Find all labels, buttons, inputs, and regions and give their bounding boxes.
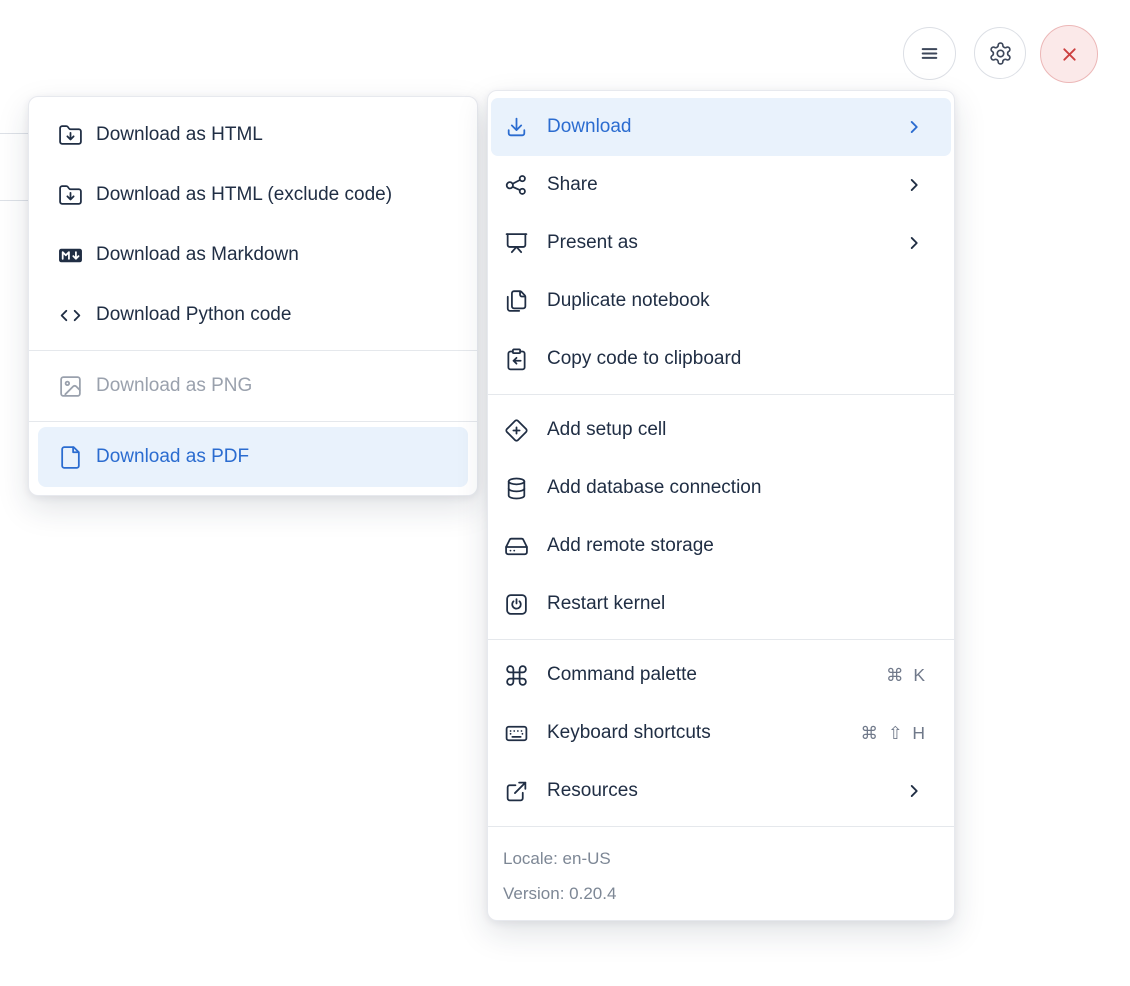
menu-separator (488, 826, 954, 827)
menu-item-label: Add setup cell (547, 419, 667, 440)
menu-item-label: Download as HTML (96, 124, 263, 145)
menu-separator (488, 639, 954, 640)
menu-item-download-as-png[interactable]: Download as PNG (38, 356, 468, 416)
menu-item-copy-code-to-clipboard[interactable]: Copy code to clipboard (491, 330, 951, 388)
menu-item-resources[interactable]: Resources (491, 762, 951, 820)
chevron-right-icon (910, 237, 918, 249)
close-button[interactable] (1040, 25, 1098, 83)
menu-item-label: Download as HTML (exclude code) (96, 184, 393, 205)
shortcut-hint: ⌘ K (885, 664, 925, 685)
menu-item-label: Download as PDF (96, 446, 250, 467)
menu-item-label: Keyboard shortcuts (547, 722, 711, 743)
menu-footer: Locale: en-US Version: 0.20.4 (488, 833, 954, 913)
menu-separator (488, 394, 954, 395)
menu-item-label: Restart kernel (547, 593, 666, 614)
download-submenu: Download as HTML Download as HTML (exclu… (28, 96, 478, 496)
menu-item-download[interactable]: Download (491, 98, 951, 156)
background-rule (0, 133, 29, 134)
markdown-badge-icon (59, 248, 82, 262)
menu-item-share[interactable]: Share (491, 156, 951, 214)
presentation-icon (505, 232, 528, 253)
x-icon (1062, 47, 1076, 61)
background-rule (0, 200, 29, 201)
menu-item-label: Copy code to clipboard (547, 348, 742, 369)
gear-icon (989, 41, 1011, 65)
version-text: Version: 0.20.4 (503, 884, 617, 903)
hamburger-icon (921, 48, 938, 59)
menu-item-download-as-html-exclude-code[interactable]: Download as HTML (exclude code) (38, 165, 468, 225)
menu-item-label: Download (547, 116, 632, 137)
menu-item-label: Add remote storage (547, 535, 714, 556)
folder-download-icon (59, 124, 82, 145)
shortcut-hint: ⌘ ⇧ H (860, 722, 925, 743)
menu-separator (29, 421, 477, 422)
menu-item-download-as-pdf[interactable]: Download as PDF (38, 427, 468, 487)
menu-item-label: Command palette (547, 664, 697, 685)
menu-item-label: Share (547, 174, 598, 195)
locale-text: Locale: en-US (503, 849, 611, 868)
menu-item-label: Download as PNG (96, 375, 253, 396)
menu-item-add-setup-cell[interactable]: Add setup cell (491, 401, 951, 459)
chevron-right-icon (910, 785, 918, 797)
menu-item-add-database-connection[interactable]: Add database connection (491, 459, 951, 517)
menu-item-restart-kernel[interactable]: Restart kernel (491, 575, 951, 633)
share-icon (505, 174, 526, 195)
menu-button[interactable] (903, 27, 956, 80)
menu-item-add-remote-storage[interactable]: Add remote storage (491, 517, 951, 575)
menu-item-label: Add database connection (547, 477, 762, 498)
menu-item-duplicate-notebook[interactable]: Duplicate notebook (491, 272, 951, 330)
settings-button[interactable] (974, 27, 1026, 79)
image-icon (60, 375, 81, 397)
file-icon (61, 445, 80, 469)
folder-download-icon (59, 184, 82, 205)
menu-separator (29, 350, 477, 351)
chevron-right-icon (910, 121, 918, 133)
external-link-icon (506, 781, 527, 801)
download-icon (507, 117, 526, 136)
menu-item-label: Resources (547, 780, 638, 801)
duplicate-icon (506, 289, 527, 312)
menu-item-label: Present as (547, 232, 638, 253)
menu-item-keyboard-shortcuts[interactable]: Keyboard shortcuts ⌘ ⇧ H (491, 704, 951, 762)
clipboard-copy-icon (507, 348, 526, 370)
menu-item-download-as-markdown[interactable]: Download as Markdown (38, 225, 468, 285)
menu-item-label: Download as Markdown (96, 244, 299, 265)
keyboard-icon (505, 725, 528, 741)
hard-drive-icon (505, 537, 528, 555)
diamond-plus-icon (505, 418, 528, 442)
notebook-actions-menu: Download Share Present as Duplicate note… (487, 90, 955, 921)
chevron-right-icon (910, 179, 918, 191)
menu-item-present-as[interactable]: Present as (491, 214, 951, 272)
power-square-icon (506, 593, 527, 615)
menu-item-download-python-code[interactable]: Download Python code (38, 285, 468, 345)
command-icon (506, 664, 527, 686)
menu-item-command-palette[interactable]: Command palette ⌘ K (491, 646, 951, 704)
database-icon (507, 477, 526, 499)
menu-item-label: Duplicate notebook (547, 290, 710, 311)
menu-item-download-as-html[interactable]: Download as HTML (38, 105, 468, 165)
code-brackets-icon (60, 309, 81, 321)
menu-item-label: Download Python code (96, 304, 292, 325)
